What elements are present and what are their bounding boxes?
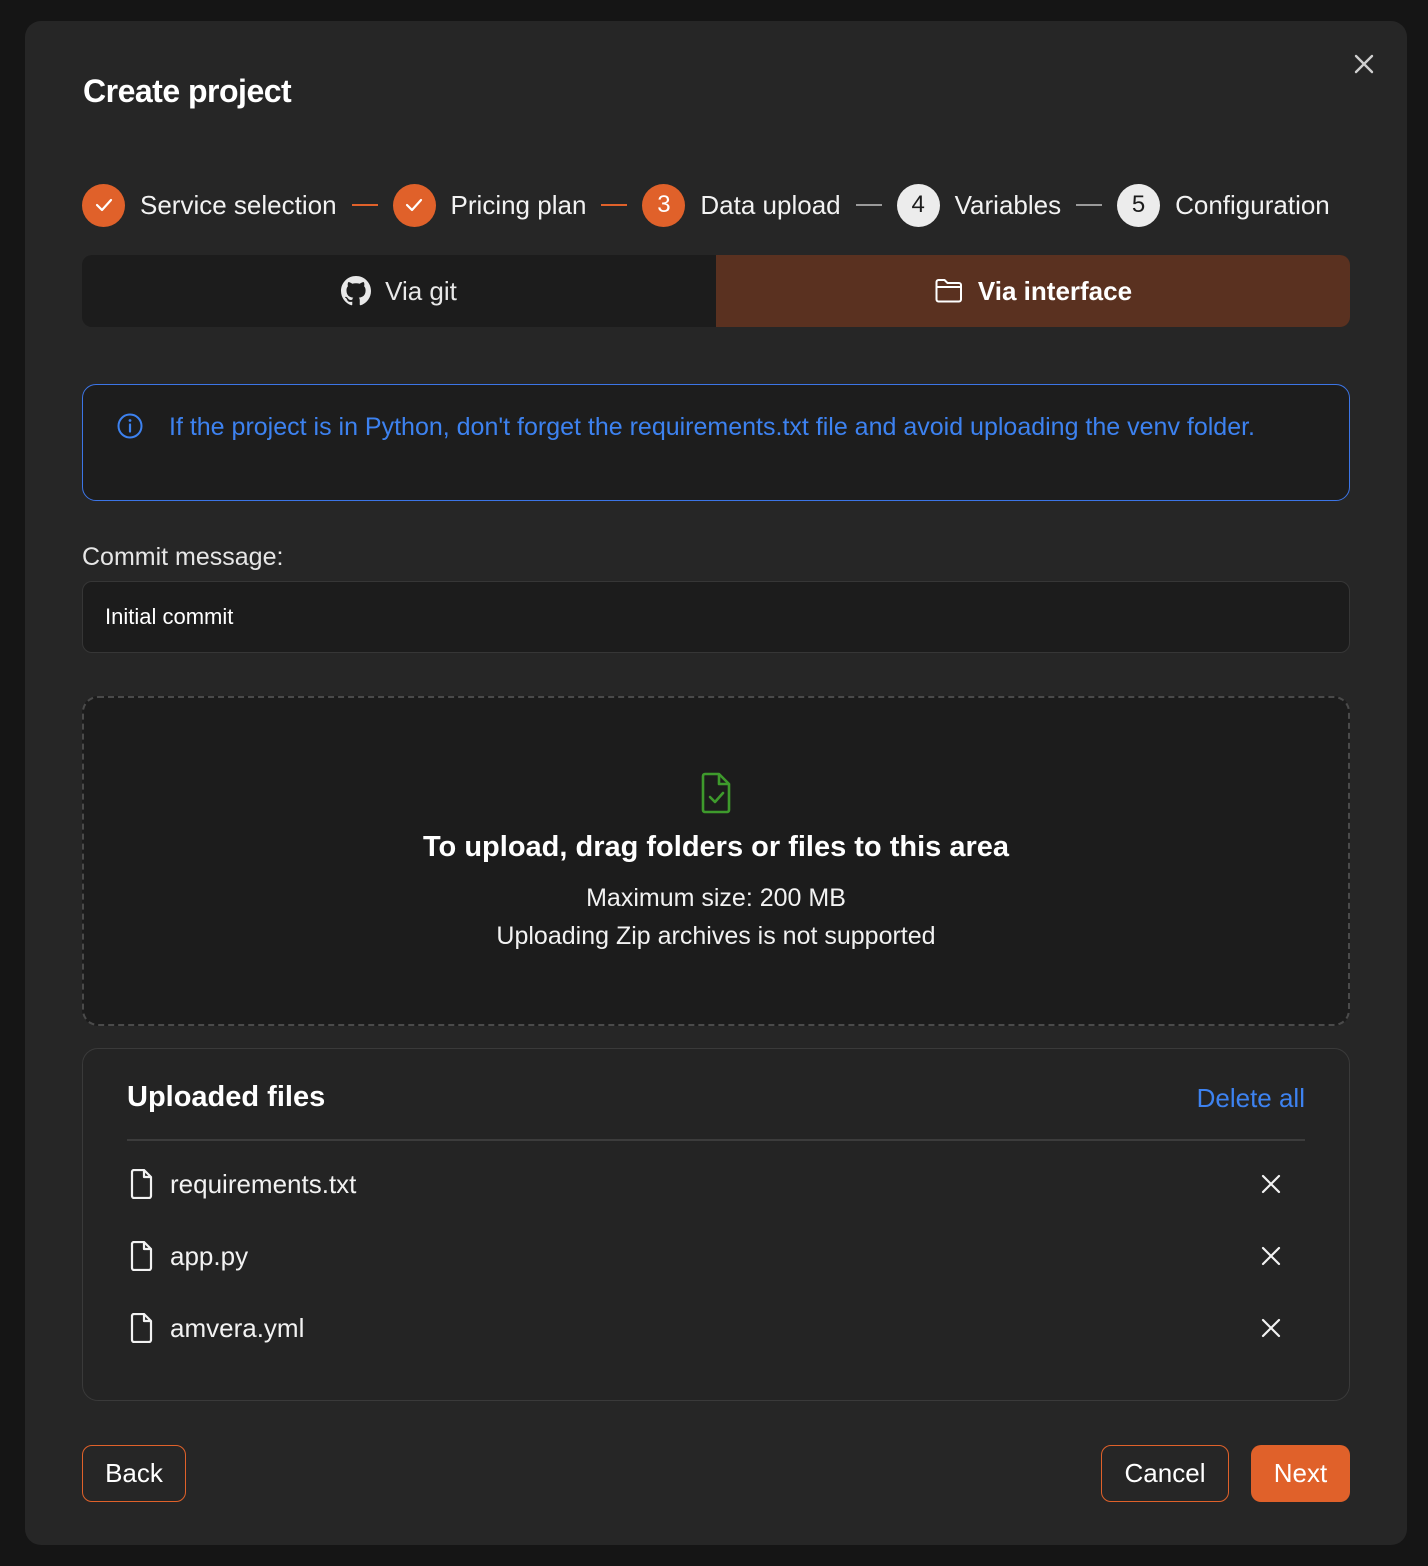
back-button[interactable]: Back — [82, 1445, 186, 1502]
step-connector — [601, 204, 628, 206]
file-list-item: amvera.yml — [127, 1308, 1305, 1348]
step-service-selection: Service selection — [82, 183, 337, 227]
close-icon — [1261, 1318, 1281, 1338]
close-button[interactable] — [1351, 51, 1377, 77]
step-data-upload: 3 Data upload — [642, 183, 841, 227]
step-label: Data upload — [700, 189, 841, 220]
remove-file-button[interactable] — [1257, 1242, 1285, 1270]
github-icon — [341, 276, 372, 306]
commit-message-input[interactable] — [82, 581, 1350, 653]
alert-text: If the project is in Python, don't forge… — [169, 413, 1255, 441]
tab-label: Via git — [385, 275, 457, 306]
remove-file-button[interactable] — [1257, 1170, 1285, 1198]
check-icon — [405, 198, 423, 212]
dialog-title: Create project — [83, 73, 292, 109]
step-done-marker — [82, 183, 125, 227]
close-icon — [1261, 1246, 1281, 1266]
create-project-dialog: Create project Service selection Pricing… — [25, 21, 1407, 1545]
dropzone-title: To upload, drag folders or files to this… — [423, 831, 1009, 863]
step-connector — [1076, 204, 1103, 206]
tab-label: Via interface — [977, 275, 1133, 306]
step-number: 5 — [1117, 183, 1161, 227]
step-connector — [855, 204, 882, 206]
divider — [127, 1139, 1305, 1141]
wizard-stepper: Service selection Pricing plan 3 Data up… — [82, 183, 1352, 227]
step-label: Pricing plan — [450, 189, 587, 220]
python-info-alert: If the project is in Python, don't forge… — [82, 384, 1350, 501]
file-name: requirements.txt — [170, 1168, 357, 1199]
close-icon — [1354, 54, 1374, 74]
uploaded-files-title: Uploaded files — [127, 1081, 326, 1113]
next-button[interactable]: Next — [1251, 1445, 1350, 1502]
file-dropzone[interactable]: To upload, drag folders or files to this… — [82, 696, 1350, 1026]
file-name: amvera.yml — [170, 1312, 305, 1343]
step-label: Service selection — [140, 189, 337, 220]
file-name: app.py — [170, 1240, 249, 1271]
upload-method-tabs: Via git Via interface — [82, 255, 1350, 327]
cancel-button[interactable]: Cancel — [1101, 1445, 1229, 1502]
dropzone-zip-note: Uploading Zip archives is not supported — [496, 922, 936, 950]
info-icon — [117, 413, 143, 439]
tab-via-git[interactable]: Via git — [82, 255, 716, 327]
step-number: 3 — [642, 183, 686, 227]
folder-icon — [935, 279, 962, 303]
delete-all-link[interactable]: Delete all — [1197, 1083, 1305, 1114]
step-label: Variables — [954, 189, 1062, 220]
step-number: 4 — [896, 183, 940, 227]
close-icon — [1261, 1174, 1281, 1194]
step-label: Configuration — [1175, 189, 1330, 220]
check-icon — [95, 198, 112, 212]
file-list-item: requirements.txt — [127, 1164, 1305, 1204]
file-icon — [130, 1241, 153, 1271]
step-connector — [351, 204, 378, 206]
file-icon — [130, 1169, 153, 1199]
file-icon — [130, 1313, 153, 1343]
commit-message-label: Commit message: — [82, 543, 284, 571]
file-list-item: app.py — [127, 1236, 1305, 1276]
uploaded-files-panel: Uploaded files Delete all requirements.t… — [82, 1048, 1350, 1401]
tab-via-interface[interactable]: Via interface — [716, 255, 1350, 327]
remove-file-button[interactable] — [1257, 1314, 1285, 1342]
file-check-icon — [701, 772, 731, 814]
step-done-marker — [392, 183, 436, 227]
dropzone-max-size: Maximum size: 200 MB — [586, 884, 846, 912]
step-configuration: 5 Configuration — [1117, 183, 1330, 227]
step-variables: 4 Variables — [896, 183, 1062, 227]
step-pricing-plan: Pricing plan — [392, 183, 587, 227]
